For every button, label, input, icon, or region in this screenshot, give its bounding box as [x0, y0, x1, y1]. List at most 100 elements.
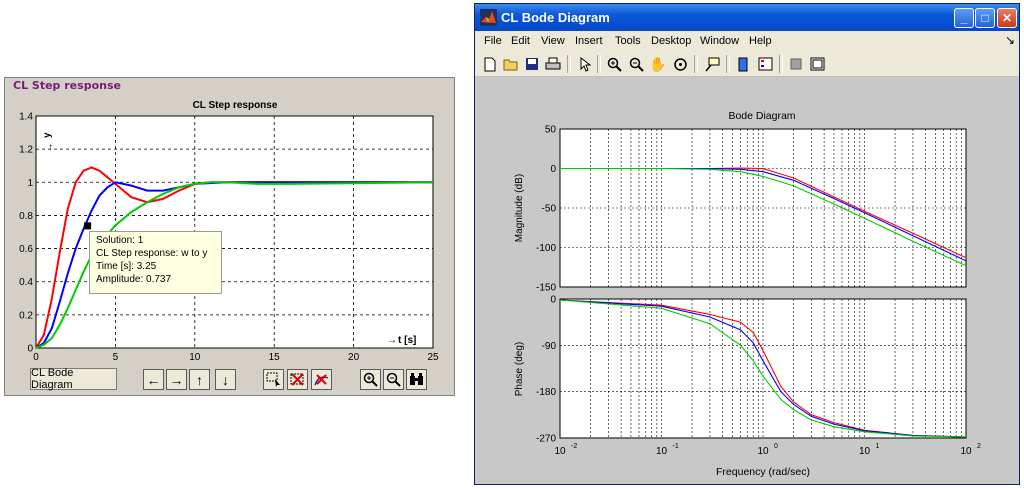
save-icon: [526, 58, 538, 70]
y-tick-label: -150: [536, 283, 556, 294]
step-response-chart[interactable]: CL Step response 0 5 10 15 20 25 0 0.2 0.4 0.6 0.8…: [7, 91, 452, 363]
y-axis-label: y: [42, 132, 53, 138]
zoom-out-tool[interactable]: [627, 55, 645, 73]
x-tick-label: 15: [269, 352, 281, 363]
plot-tools-icon: [810, 57, 824, 71]
menu-window[interactable]: Window: [700, 35, 739, 47]
find-icon: [410, 373, 423, 385]
maximize-button[interactable]: □: [975, 8, 995, 28]
bode-title: Bode Diagram: [728, 110, 795, 122]
x-tick-exponent: -1: [673, 443, 679, 450]
tooltip-time: Time [s]: 3.25: [96, 261, 157, 272]
hide-plot-tools-button[interactable]: [787, 55, 805, 73]
data-marker[interactable]: [84, 222, 92, 230]
tooltip-amplitude: Amplitude: 0.737: [96, 274, 172, 285]
legend-icon: [758, 57, 772, 71]
x-tick-label: 10: [960, 446, 972, 457]
menu-dock-icon[interactable]: ↘: [1005, 33, 1015, 47]
new-figure-button[interactable]: [481, 55, 499, 73]
x-tick-label: 25: [427, 352, 439, 363]
step-plot-frame: CL Step response 0 5 10 15 20 25 0 0.2 0.4 0.6 0.8…: [7, 91, 452, 363]
figure-canvas: Bode Diagram -150 -100 -50 0 50 -270 -180 -90 0 1…: [475, 77, 1019, 484]
find-button[interactable]: [406, 369, 427, 390]
close-icon: ✕: [1001, 11, 1013, 25]
open-file-button[interactable]: [502, 55, 520, 73]
colorbar-icon: [738, 57, 748, 71]
y-tick-label: -90: [542, 341, 557, 352]
x-axis-label: t [s]: [398, 335, 416, 346]
colorbar-button[interactable]: [734, 55, 752, 73]
x-tick-label: 20: [348, 352, 360, 363]
tooltip-series: CL Step response: w to y: [96, 248, 208, 259]
delete-curve-icon: [314, 374, 329, 386]
x-tick-exponent: 1: [876, 443, 880, 450]
x-tick-exponent: 2: [977, 443, 981, 450]
toolbar-separator: [694, 55, 698, 73]
frequency-axis-label: Frequency (rad/sec): [716, 466, 810, 478]
left-arrow-button[interactable]: ←: [143, 369, 164, 390]
y-tick-label: 0.6: [19, 244, 33, 255]
x-tick-exponent: -2: [571, 443, 577, 450]
y-tick-label: 0: [550, 164, 556, 175]
menu-file[interactable]: File: [484, 35, 502, 47]
legend-button[interactable]: [756, 55, 774, 73]
menu-view[interactable]: View: [541, 35, 565, 47]
x-tick-label: 0: [33, 352, 39, 363]
clear-selection-button[interactable]: [287, 369, 308, 390]
menu-insert[interactable]: Insert: [575, 35, 603, 47]
menu-help[interactable]: Help: [749, 35, 772, 47]
zoom-in-tool[interactable]: [605, 55, 623, 73]
select-region-button[interactable]: [263, 369, 284, 390]
rotate-3d-tool[interactable]: [671, 55, 689, 73]
square-icon: [790, 58, 802, 70]
magnitude-axis-label: Magnitude (dB): [514, 174, 525, 242]
tooltip-solution: Solution: 1: [96, 235, 144, 246]
toolbar: ✋: [475, 52, 1019, 77]
datatip-tooltip: Solution: 1 CL Step response: w to y Tim…: [89, 231, 222, 294]
zoom-out-button[interactable]: [383, 369, 404, 390]
print-button[interactable]: [544, 55, 562, 73]
new-file-icon: [484, 57, 496, 71]
y-tick-label: 50: [545, 125, 557, 136]
x-tick-label: 10: [656, 446, 668, 457]
clear-selection-icon: [290, 373, 304, 386]
minimize-icon: _: [960, 11, 968, 25]
close-button[interactable]: ✕: [997, 8, 1017, 28]
zoom-in-icon: [363, 372, 378, 387]
pan-hand-icon: ✋: [649, 55, 667, 72]
up-arrow-button[interactable]: ↑: [189, 369, 210, 390]
title-bar[interactable]: CL Bode Diagram _ □ ✕: [475, 4, 1019, 31]
menu-tools[interactable]: Tools: [615, 35, 641, 47]
pan-tool[interactable]: ✋: [649, 55, 667, 73]
minimize-button[interactable]: _: [954, 8, 974, 28]
y-tick-label: -180: [536, 387, 556, 398]
y-tick-label: -100: [536, 243, 556, 254]
down-arrow-button[interactable]: ↓: [215, 369, 236, 390]
y-tick-label: 0.4: [19, 277, 33, 288]
menu-edit[interactable]: Edit: [511, 35, 530, 47]
zoom-in-button[interactable]: [360, 369, 381, 390]
step-response-panel: CL Step response CL Step response 0 5 10 15…: [4, 77, 455, 396]
bode-diagram-chart[interactable]: Bode Diagram -150-100-50050-270-180-9001…: [475, 77, 1019, 484]
y-arrow: ↑: [48, 142, 53, 153]
y-tick-label: 0.2: [19, 310, 33, 321]
data-cursor-tool[interactable]: [703, 55, 721, 73]
window-title: CL Bode Diagram: [501, 10, 610, 25]
right-arrow-button[interactable]: →: [166, 369, 187, 390]
zoom-out-icon: [629, 57, 644, 72]
x-tick-label: 10: [189, 352, 201, 363]
menu-desktop[interactable]: Desktop: [651, 35, 691, 47]
show-plot-tools-button[interactable]: [808, 55, 826, 73]
x-tick-label: 10: [859, 446, 871, 457]
bode-window: CL Bode Diagram _ □ ✕ File Edit View Ins…: [474, 3, 1020, 485]
phase-axis-label: Phase (deg): [514, 342, 525, 396]
cl-bode-diagram-button[interactable]: CL Bode Diagram: [30, 367, 117, 391]
save-button[interactable]: [523, 55, 541, 73]
delete-curve-button[interactable]: [311, 369, 332, 390]
y-tick-label: -270: [536, 434, 556, 445]
edit-plot-button[interactable]: [576, 55, 594, 73]
y-tick-label: -50: [542, 204, 557, 215]
x-arrow: →: [387, 335, 397, 346]
select-region-icon: [266, 372, 280, 387]
y-tick-label: 0: [27, 344, 33, 355]
